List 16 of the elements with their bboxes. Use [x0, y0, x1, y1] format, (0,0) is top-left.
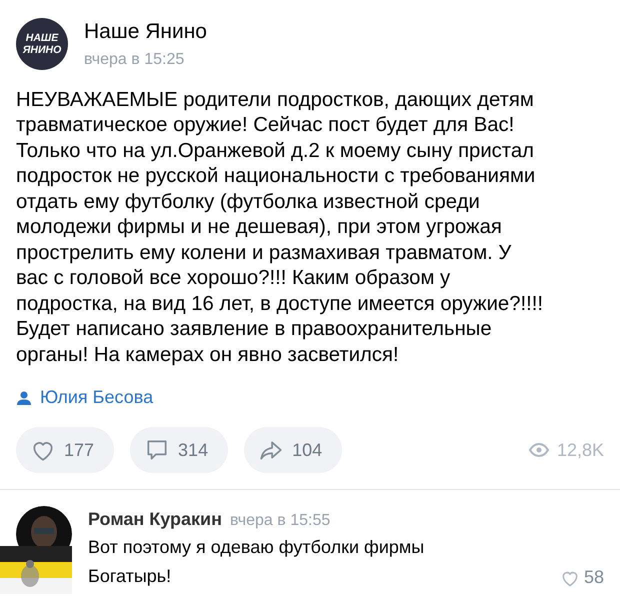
action-button[interactable]: 314 — [130, 427, 228, 473]
view-count: 12,8K — [556, 438, 604, 462]
logo-text: НАШЕ — [26, 32, 58, 44]
commenter-name[interactable]: Роман Куракин — [88, 506, 222, 533]
eye-icon — [528, 443, 549, 457]
post-text: НЕУВАЖАЕМЫЕ родители подростков, дающих детям травматическое оружие! Сейчас пост будет для Вас! Только что на ул.Оранжевой д.2 к моему сыну пристал подросток не русской национальности с требованиями отдать ему футболку (футболка известной среди молодежи фирмы и не дешевая), при этом угрожая прострелить ему колени и размахивая травматом. У вас с головой все хорошо?!!! Каким образом у подростка, на вид 16 лет, в доступе имеется оружие?!!!! Будет написано заявление в правоохранительные органы! На камерах он явно засветился! — [16, 88, 544, 368]
signer-link[interactable]: Юлия Бесова — [40, 384, 154, 411]
comment-text: Вот поэтому я одеваю футболки фирмы Богатырь! — [88, 536, 426, 588]
comment-time[interactable]: вчера в 15:55 — [230, 509, 330, 533]
action-button[interactable]: 104 — [244, 427, 342, 473]
person-icon — [16, 390, 32, 406]
logo-text: ЯНИНО — [22, 44, 62, 56]
post-time[interactable]: вчера в 15:25 — [84, 48, 207, 72]
action-button[interactable]: 177 — [16, 427, 114, 473]
author-name[interactable]: Наше Янино — [84, 16, 207, 48]
like-button[interactable]: 58 — [560, 564, 604, 591]
